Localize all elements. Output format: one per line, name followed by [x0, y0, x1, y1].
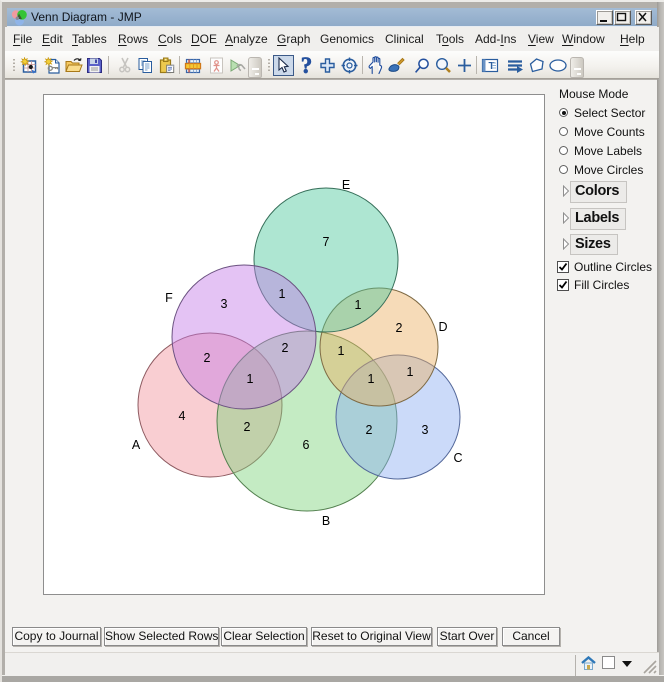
svg-text:1: 1: [279, 287, 286, 301]
svg-text:2: 2: [244, 420, 251, 434]
svg-text:C: C: [453, 451, 462, 465]
svg-text:?: ?: [301, 55, 313, 77]
svg-text:B: B: [322, 514, 330, 528]
svg-text:1: 1: [338, 344, 345, 358]
svg-text:2: 2: [396, 321, 403, 335]
svg-text:3: 3: [221, 297, 228, 311]
svg-text:2: 2: [282, 341, 289, 355]
svg-text:F: F: [165, 291, 173, 305]
svg-text:6: 6: [303, 438, 310, 452]
svg-text:1: 1: [407, 365, 414, 379]
svg-text:2: 2: [366, 423, 373, 437]
svg-text:E: E: [342, 178, 350, 192]
svg-text:4: 4: [179, 409, 186, 423]
svg-text:1: 1: [355, 298, 362, 312]
svg-text:7: 7: [323, 235, 330, 249]
svg-text:A: A: [132, 438, 141, 452]
svg-text:1: 1: [247, 372, 254, 386]
svg-text:2: 2: [204, 351, 211, 365]
svg-text:3: 3: [422, 423, 429, 437]
svg-text:1: 1: [368, 372, 375, 386]
svg-text:D: D: [438, 320, 447, 334]
